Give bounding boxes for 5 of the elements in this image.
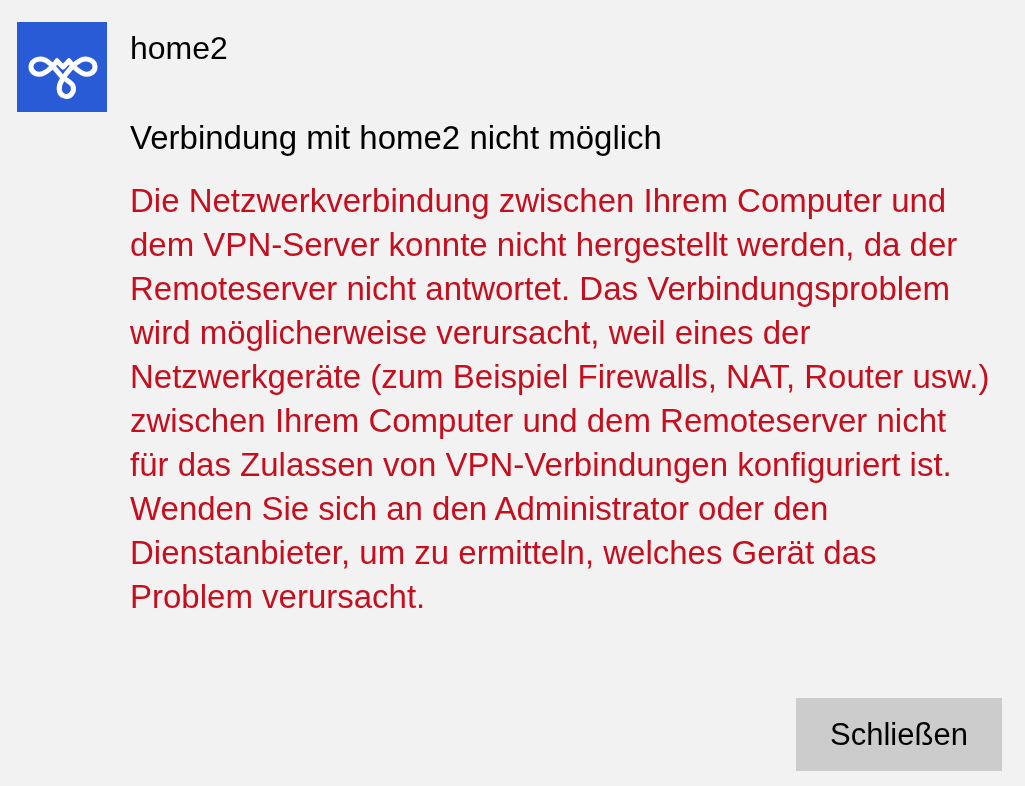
app-logo-icon: [17, 22, 107, 112]
dialog-heading: Verbindung mit home2 nicht möglich: [130, 118, 663, 158]
app-name: home2: [130, 29, 228, 68]
close-button[interactable]: Schließen: [796, 698, 1002, 771]
error-message: Die Netzwerkverbindung zwischen Ihrem Computer und dem VPN-Server konnte nicht hergestellt werden, da der Remoteserver nicht antwortet. Das Verbindungsproblem wird möglicherweise verursacht, weil eines der Netzwerkgeräte (zum Beispiel Firewalls, NAT, Router usw.) zwischen Ihrem Computer und dem Remoteserver nicht für das Zulassen von VPN-Verbindungen konfiguriert ist. Wenden Sie sich an den Administrator oder den Dienstanbieter, um zu ermitteln, welches Gerät das Problem verursacht.: [130, 181, 991, 617]
